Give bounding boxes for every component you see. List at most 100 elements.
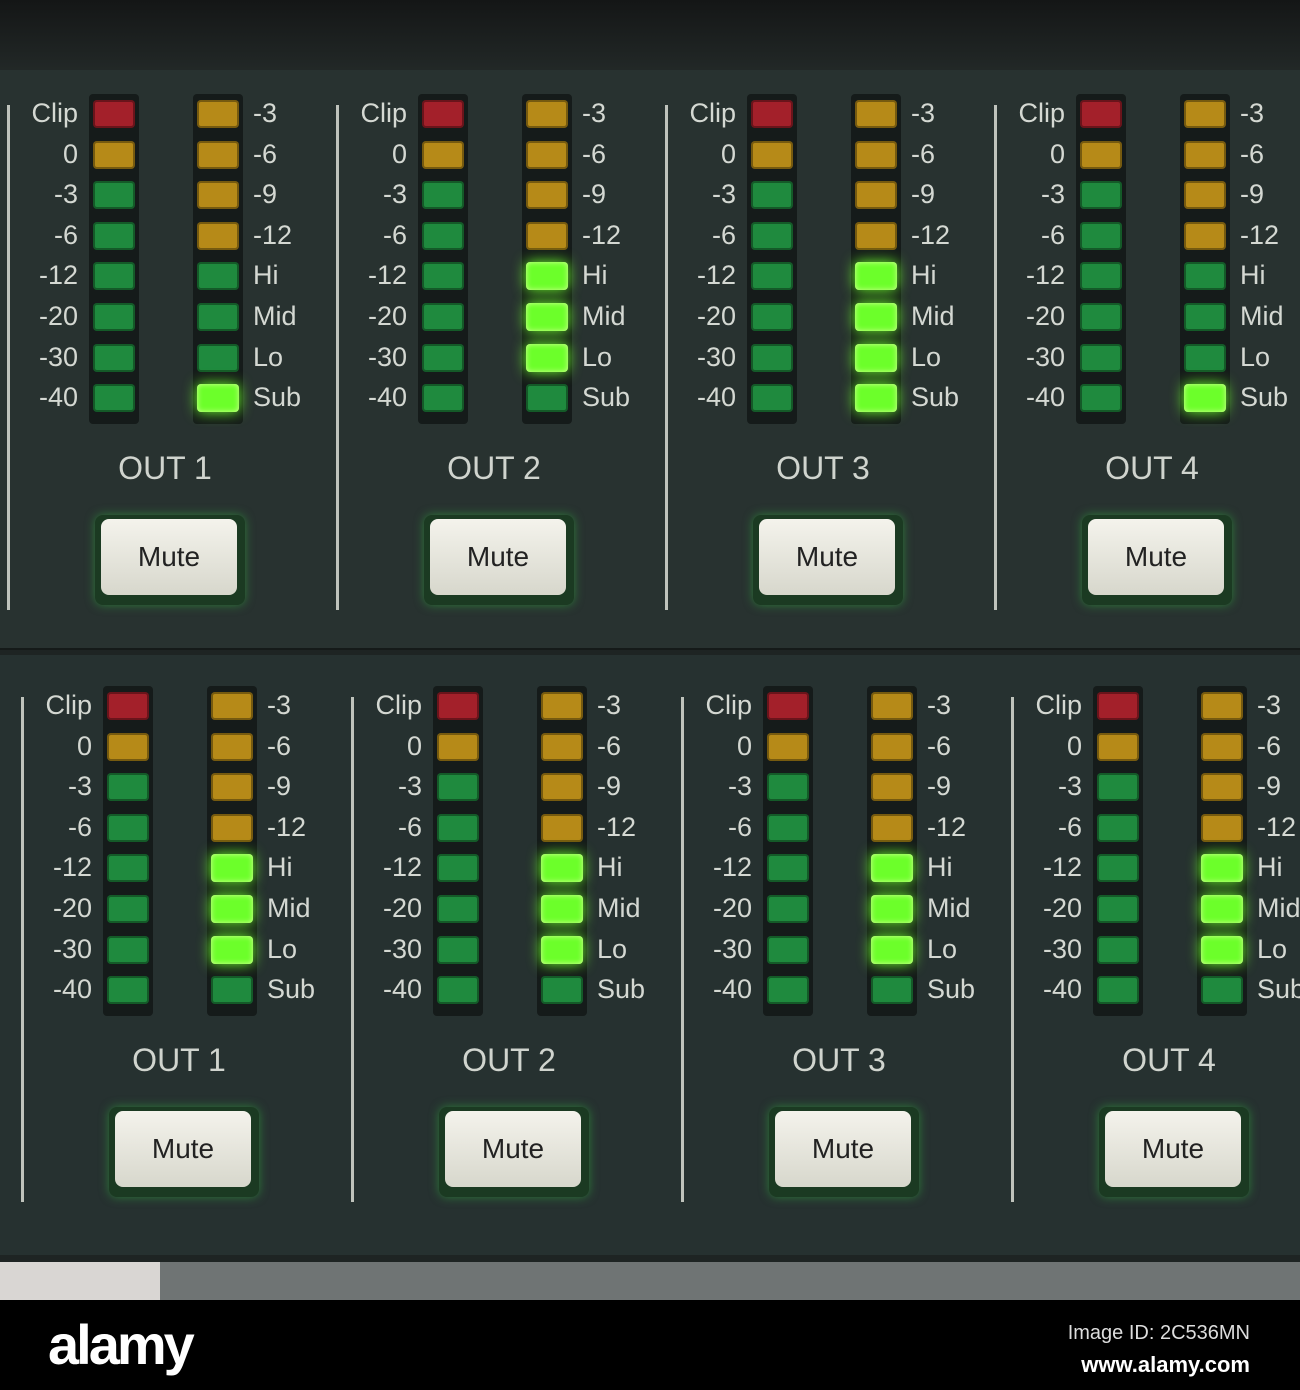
right-meter-led bbox=[526, 343, 568, 372]
left-meter-label: -30 bbox=[1025, 341, 1065, 372]
right-meter-led bbox=[526, 262, 568, 291]
right-meter-label: Mid bbox=[1240, 301, 1284, 331]
right-meter-led bbox=[871, 773, 913, 802]
right-meter-led bbox=[1184, 100, 1226, 128]
right-meter-label: -3 bbox=[927, 690, 952, 720]
right-meter-led bbox=[526, 100, 568, 128]
left-meter-led bbox=[1097, 854, 1139, 883]
output-channel: Clip -3 0 -6 -3 -9 -6 -12 -12 Hi -20 Mid -30 Lo -40 Sub… bbox=[674, 655, 1004, 1255]
left-meter-led bbox=[93, 343, 135, 372]
output-channel: Clip -3 0 -6 -3 -9 -6 -12 -12 Hi -20 Mid -30 Lo -40 Sub… bbox=[1004, 655, 1300, 1255]
left-meter-label: -40 bbox=[38, 382, 78, 413]
mute-button-bezel: Mute bbox=[109, 1107, 259, 1197]
right-meter-led bbox=[526, 384, 568, 413]
mute-button[interactable]: Mute bbox=[445, 1111, 581, 1187]
right-meter-label: Hi bbox=[1240, 260, 1266, 291]
mute-button[interactable]: Mute bbox=[775, 1111, 911, 1187]
left-meter-led bbox=[422, 303, 464, 331]
mute-button[interactable]: Mute bbox=[430, 519, 566, 595]
left-meter-led bbox=[1080, 343, 1122, 372]
left-meter-label: 0 bbox=[62, 138, 78, 169]
right-meter-label: Mid bbox=[267, 893, 311, 923]
right-meter-label: -6 bbox=[911, 138, 936, 169]
right-meter-led bbox=[871, 813, 913, 842]
right-meter-label: Sub bbox=[597, 974, 646, 1005]
right-meter-label: -12 bbox=[1257, 811, 1297, 842]
channel-title: OUT 2 bbox=[447, 450, 541, 486]
right-meter-label: -9 bbox=[911, 179, 936, 210]
left-meter-label: Clip bbox=[1018, 98, 1065, 128]
left-meter-led bbox=[437, 895, 479, 923]
right-meter-label: -12 bbox=[582, 219, 622, 250]
site-url: www.alamy.com bbox=[1081, 1352, 1250, 1377]
right-meter-led bbox=[871, 732, 913, 761]
left-meter-led bbox=[437, 976, 479, 1005]
mute-button[interactable]: Mute bbox=[101, 519, 237, 595]
mute-button-bezel: Mute bbox=[95, 515, 245, 605]
left-meter-label: Clip bbox=[31, 98, 78, 128]
right-meter-label: Mid bbox=[911, 301, 955, 331]
left-meter-led bbox=[1080, 384, 1122, 413]
right-meter-led bbox=[1201, 732, 1243, 761]
left-meter-led bbox=[107, 976, 149, 1005]
right-meter-label: Mid bbox=[1257, 893, 1300, 923]
left-meter-led bbox=[767, 976, 809, 1005]
left-meter-label: -6 bbox=[382, 219, 407, 250]
left-meter-label: -30 bbox=[1042, 933, 1082, 964]
right-meter-led bbox=[871, 935, 913, 964]
left-meter-label: 0 bbox=[736, 730, 752, 761]
right-meter-label: Lo bbox=[911, 341, 942, 372]
left-meter-label: -20 bbox=[52, 893, 92, 923]
mute-button[interactable]: Mute bbox=[115, 1111, 251, 1187]
right-meter-label: Sub bbox=[911, 382, 960, 413]
left-meter-led bbox=[93, 303, 135, 331]
left-meter-label: -30 bbox=[696, 341, 736, 372]
left-meter-led bbox=[93, 262, 135, 291]
left-meter-label: Clip bbox=[689, 98, 736, 128]
channel-title: OUT 4 bbox=[1105, 450, 1199, 486]
right-meter-label: Sub bbox=[1240, 382, 1289, 413]
right-meter-led bbox=[871, 976, 913, 1005]
left-meter-label: 0 bbox=[76, 730, 92, 761]
right-meter-led bbox=[211, 813, 253, 842]
right-meter-led bbox=[211, 935, 253, 964]
left-meter-label: -6 bbox=[1057, 811, 1082, 842]
mute-button[interactable]: Mute bbox=[759, 519, 895, 595]
right-meter-led bbox=[211, 976, 253, 1005]
left-meter-led bbox=[437, 854, 479, 883]
right-meter-led bbox=[197, 384, 239, 413]
left-meter-led bbox=[422, 221, 464, 250]
right-meter-label: Lo bbox=[582, 341, 613, 372]
mute-button-bezel: Mute bbox=[439, 1107, 589, 1197]
right-meter-label: Hi bbox=[927, 852, 953, 883]
mute-button[interactable]: Mute bbox=[1088, 519, 1224, 595]
right-meter-label: -12 bbox=[267, 811, 307, 842]
left-meter-label: -12 bbox=[696, 260, 736, 291]
right-meter-label: Lo bbox=[267, 933, 298, 964]
left-meter-label: -3 bbox=[397, 771, 422, 802]
left-meter-label: -20 bbox=[696, 301, 736, 331]
right-meter-led bbox=[1201, 813, 1243, 842]
channel-title: OUT 3 bbox=[792, 1042, 886, 1078]
right-meter-led bbox=[1184, 221, 1226, 250]
left-meter-led bbox=[751, 181, 793, 210]
left-meter-label: -12 bbox=[367, 260, 407, 291]
label-sticker bbox=[0, 1262, 160, 1300]
left-meter-label: -6 bbox=[1040, 219, 1065, 250]
right-meter-led bbox=[855, 384, 897, 413]
right-meter-led bbox=[211, 773, 253, 802]
left-meter-label: -30 bbox=[382, 933, 422, 964]
left-meter-label: -20 bbox=[1025, 301, 1065, 331]
channel-title: OUT 1 bbox=[118, 450, 212, 486]
left-meter-led bbox=[751, 384, 793, 413]
left-meter-label: -20 bbox=[382, 893, 422, 923]
right-meter-led bbox=[1184, 140, 1226, 169]
left-meter-label: -30 bbox=[367, 341, 407, 372]
mute-button[interactable]: Mute bbox=[1105, 1111, 1241, 1187]
right-meter-led bbox=[541, 935, 583, 964]
right-meter-label: -12 bbox=[1240, 219, 1280, 250]
left-meter-label: 0 bbox=[1049, 138, 1065, 169]
right-meter-led bbox=[1201, 773, 1243, 802]
right-meter-label: -3 bbox=[1257, 690, 1282, 720]
left-meter-led bbox=[107, 773, 149, 802]
